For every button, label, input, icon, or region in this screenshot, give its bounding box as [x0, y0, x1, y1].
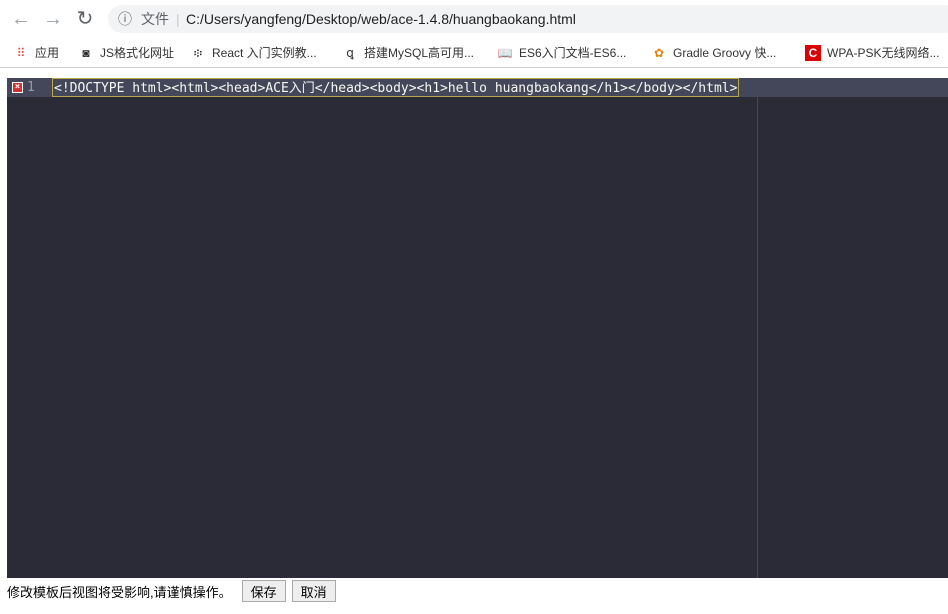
- bookmark-react[interactable]: ፨ React 入门实例教...: [190, 44, 317, 62]
- code-editor[interactable]: × 1 <!DOCTYPE html><html><head>ACE入门</he…: [7, 78, 948, 578]
- bookmark-icon: ፨: [193, 46, 203, 60]
- bookmark-label: ES6入门文档-ES6...: [519, 46, 627, 60]
- reload-icon[interactable]: ↻: [73, 8, 97, 30]
- book-icon: 📖: [497, 46, 513, 60]
- browser-toolbar: ← → ↻ ⓘ 文件 | C:/Users/yangfeng/Desktop/w…: [0, 0, 948, 38]
- url-text[interactable]: C:/Users/yangfeng/Desktop/web/ace-1.4.8/…: [186, 5, 576, 33]
- bookmark-label: React 入门实例教...: [212, 46, 317, 60]
- bookmark-label: Gradle Groovy 快...: [673, 46, 777, 60]
- bookmark-icon: ✿: [653, 46, 665, 60]
- print-margin: [757, 78, 758, 578]
- bookmark-js[interactable]: ◙ JS格式化网址: [78, 44, 174, 62]
- url-label: 文件: [141, 11, 169, 27]
- bookmark-icon: ꝗ: [346, 46, 354, 60]
- bookmark-label: JS格式化网址: [100, 46, 175, 60]
- bookmark-label: WPA-PSK无线网络...: [827, 46, 940, 60]
- bookmark-icon: C: [805, 45, 821, 61]
- bookmark-wpa[interactable]: C WPA-PSK无线网络...: [805, 44, 939, 62]
- bookmark-es6[interactable]: 📖 ES6入门文档-ES6...: [497, 44, 627, 62]
- footer: 修改模板后视图将受影响,请谨慎操作。 保存 取消: [7, 580, 336, 602]
- line-number: 1: [27, 80, 35, 95]
- address-bar[interactable]: ⓘ 文件 | C:/Users/yangfeng/Desktop/web/ace…: [108, 5, 948, 33]
- bookmark-mysql[interactable]: ꝗ 搭建MySQL高可用...: [342, 44, 474, 62]
- bookmarks-bar: ⠿ 应用 ◙ JS格式化网址 ፨ React 入门实例教... ꝗ 搭建MySQL高可用…: [0, 38, 948, 68]
- save-button[interactable]: 保存: [241, 580, 286, 602]
- forward-icon[interactable]: →: [41, 8, 65, 30]
- info-icon: ⓘ: [118, 11, 132, 27]
- bookmark-label: 搭建MySQL高可用...: [364, 46, 475, 60]
- code-line[interactable]: <!DOCTYPE html><html><head>ACE入门</head><…: [52, 78, 740, 97]
- gutter: [7, 78, 50, 578]
- back-icon[interactable]: ←: [9, 8, 33, 30]
- bookmark-icon: ◙: [82, 46, 90, 60]
- bookmark-gradle[interactable]: ✿ Gradle Groovy 快...: [651, 44, 776, 62]
- apps-grid-icon: ⠿: [16, 46, 26, 60]
- cancel-button[interactable]: 取消: [291, 580, 336, 602]
- error-icon[interactable]: ×: [12, 82, 23, 93]
- separator: |: [176, 11, 180, 27]
- bookmark-label: 应用: [35, 46, 60, 60]
- bookmark-apps[interactable]: ⠿ 应用: [13, 44, 59, 62]
- warning-text: 修改模板后视图将受影响,请谨慎操作。: [7, 584, 232, 600]
